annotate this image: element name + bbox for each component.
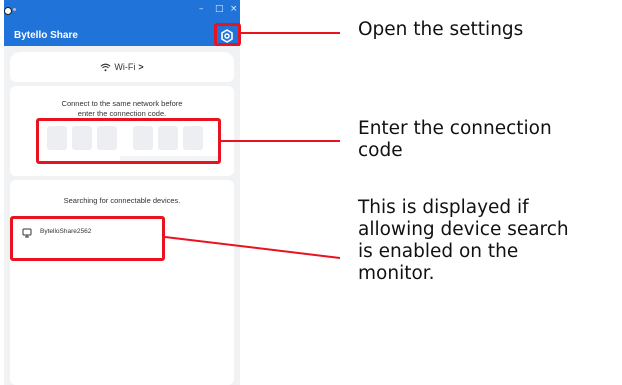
annotation-device-line-4: monitor. xyxy=(358,263,435,284)
annotation-device-line-1: This is displayed if xyxy=(358,197,529,218)
callout-lines xyxy=(164,32,341,259)
device-callout-line xyxy=(164,236,341,259)
annotation-device-line-2: allowing device search xyxy=(358,219,569,240)
annotation-settings: Open the settings xyxy=(358,19,524,40)
annotation-device: This is displayed if allowing device sea… xyxy=(358,197,620,285)
annotation-code-line-1: Enter the connection xyxy=(358,118,552,139)
annotation-code: Enter the connection code xyxy=(358,118,618,162)
annotation-code-line-2: code xyxy=(358,140,403,161)
annotation-device-line-3: is enabled on the xyxy=(358,241,519,262)
